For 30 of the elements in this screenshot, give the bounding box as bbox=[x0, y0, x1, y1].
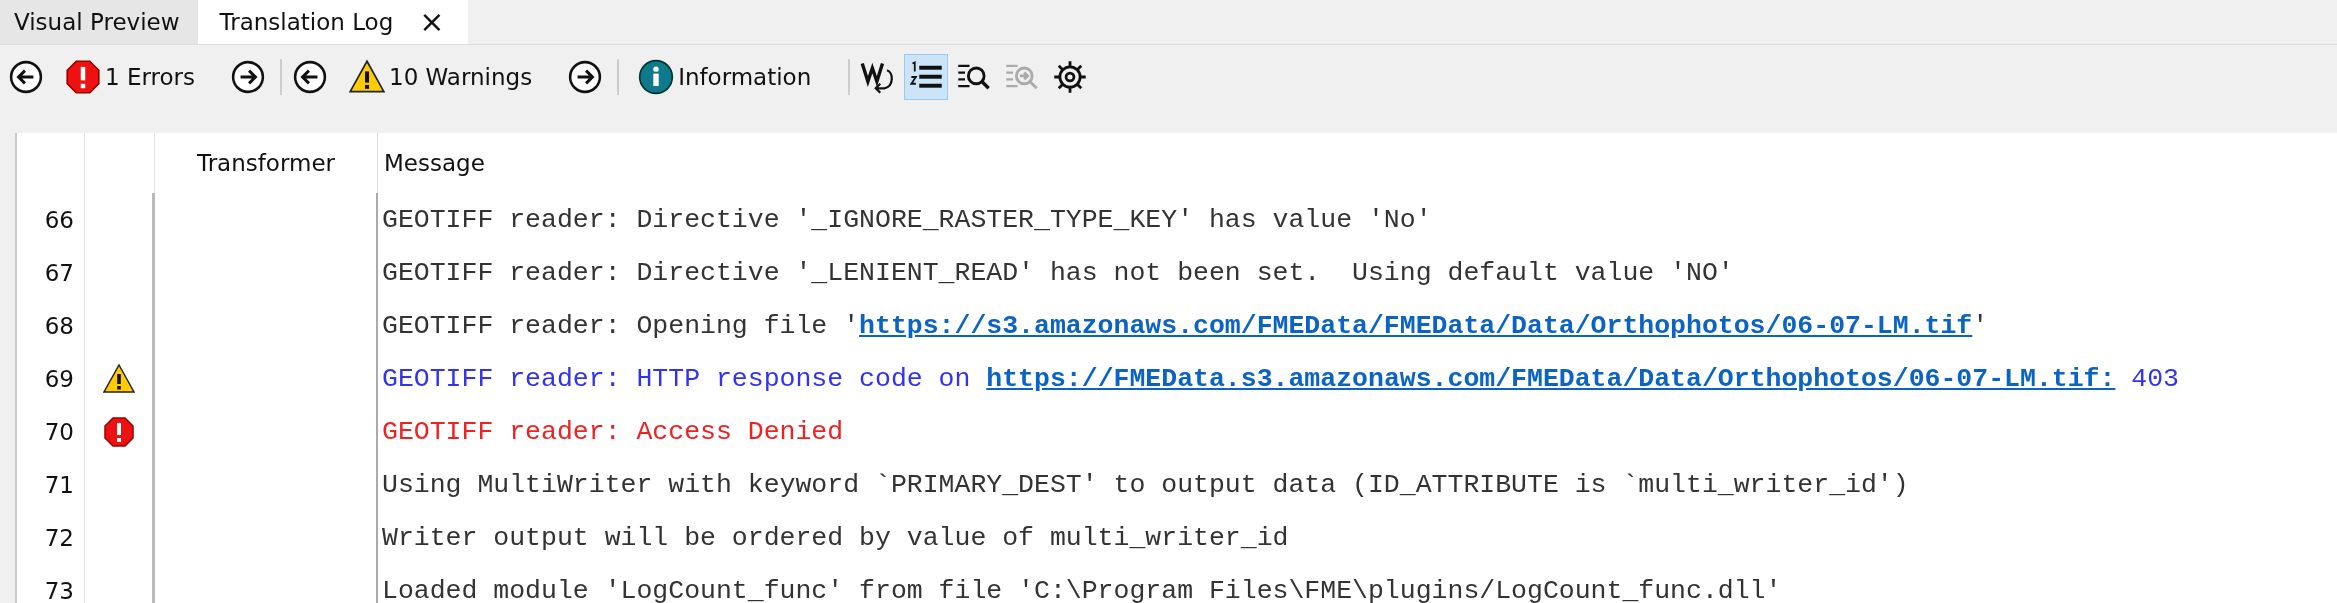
line-number: 70 bbox=[44, 418, 74, 445]
url-link[interactable]: https://s3.amazonaws.com/FMEData/FMEData/Data/Orthophotos/06-07-LM.tif bbox=[859, 310, 1973, 341]
log-message: GEOTIFF reader: Access Denied bbox=[382, 416, 844, 447]
log-message: Loaded module 'LogCount_func' from file 'C:\Program Files\FME\plugins/LogCount_func.dll' bbox=[382, 575, 1782, 603]
column-header[interactable]: Transformer bbox=[197, 150, 335, 176]
line-number: 71 bbox=[44, 471, 74, 498]
log-message: GEOTIFF reader: HTTP response code on https://FMEData.s3.amazonaws.com/FMEData/Data/Orthophotos/06-07-LM.tif: 403 bbox=[382, 363, 2180, 394]
warning-icon bbox=[349, 59, 385, 95]
log-message: GEOTIFF reader: Directive '_IGNORE_RASTER_TYPE_KEY' has value 'No' bbox=[382, 204, 1432, 235]
warnings-button[interactable]: 10 Warnings bbox=[336, 54, 542, 100]
line-number: 73 bbox=[44, 577, 74, 603]
log-message: GEOTIFF reader: Directive '_LENIENT_READ' has not been set. Using default value 'NO' bbox=[382, 257, 1734, 288]
close-icon[interactable]: × bbox=[419, 7, 445, 37]
column-header[interactable]: Message bbox=[384, 150, 485, 176]
line-numbers-button[interactable] bbox=[904, 54, 949, 100]
log-message: Using MultiWriter with keyword `PRIMARY_DEST' to output data (ID_ATTRIBUTE is `multi_writer_id') bbox=[382, 469, 1909, 500]
information-icon bbox=[638, 59, 675, 95]
line-number: 72 bbox=[44, 524, 74, 551]
tab[interactable]: Visual Preview bbox=[0, 0, 198, 44]
line-number: 69 bbox=[44, 365, 74, 392]
log-message: Writer output will be ordered by value of multi_writer_id bbox=[382, 522, 1289, 553]
line-number: 68 bbox=[44, 312, 74, 339]
error-icon bbox=[65, 59, 101, 95]
log-message: GEOTIFF reader: Opening file 'https://s3.amazonaws.com/FMEData/FMEData/Data/Orthophotos/06-07-LM.tif' bbox=[382, 310, 1989, 341]
line-number: 66 bbox=[44, 206, 74, 233]
information-button[interactable]: Information bbox=[625, 54, 821, 100]
line-number: 67 bbox=[44, 259, 74, 286]
url-link[interactable]: https://FMEData.s3.amazonaws.com/FMEData/Data/Orthophotos/06-07-LM.tif: bbox=[986, 363, 2116, 394]
errors-button[interactable]: 1 Errors bbox=[52, 54, 204, 100]
tab[interactable]: Translation Log × bbox=[197, 0, 469, 44]
